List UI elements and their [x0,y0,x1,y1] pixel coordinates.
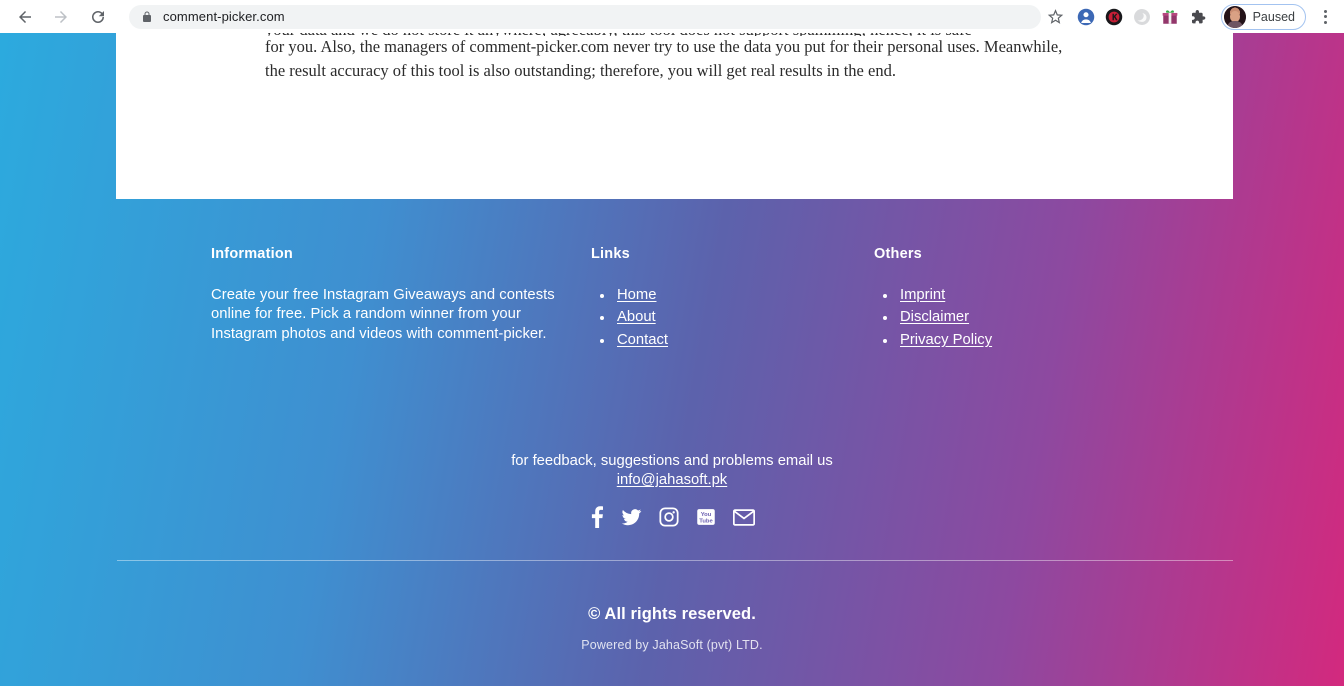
email-link[interactable] [732,508,755,526]
extension-icon-gift[interactable] [1161,8,1179,26]
footer-heading-information: Information [211,246,293,262]
list-item: Contact [591,331,841,350]
svg-text:Tube: Tube [699,519,713,525]
list-item: About [591,308,841,327]
twitter-icon [621,509,641,526]
footer-column-others: Others Imprint Disclaimer Privacy Policy [874,246,1164,353]
reload-button[interactable] [83,2,113,32]
back-arrow-icon [19,10,31,23]
email-icon [732,508,755,526]
footer-columns: Information Create your free Instagram G… [211,246,1231,376]
extension-icon-puzzle-piece[interactable] [1189,8,1207,26]
youtube-link[interactable]: You Tube [696,507,716,527]
forward-button[interactable] [46,2,76,32]
footer-heading-others: Others [874,246,922,262]
instagram-icon [658,507,679,527]
list-item: Disclaimer [874,308,1164,327]
feedback-text: for feedback, suggestions and problems e… [511,453,833,469]
list-item: Home [591,286,841,305]
avatar [1223,5,1246,28]
twitter-link[interactable] [621,505,642,529]
reload-icon [92,10,104,23]
forward-arrow-icon [55,10,67,23]
page-content: your data and we do not store it anywher… [0,33,1344,686]
chrome-menu-icon[interactable] [1312,9,1338,24]
footer-link-contact[interactable]: Contact [617,332,668,348]
footer-others-list: Imprint Disclaimer Privacy Policy [874,286,1164,350]
extensions-area [1077,8,1207,26]
facebook-link[interactable] [590,505,604,529]
feedback-email-link[interactable]: info@jahasoft.pk [617,472,727,488]
footer-link-disclaimer[interactable]: Disclaimer [900,309,969,325]
extension-icon-grey-swirl[interactable] [1133,8,1151,26]
article-card: your data and we do not store it anywher… [116,33,1233,199]
bookmark-star-icon[interactable] [1043,4,1069,30]
copyright-block: © All rights reserved. Powered by JahaSo… [0,605,1344,652]
facebook-icon [591,506,603,528]
profile-status-label: Paused [1252,9,1295,24]
footer-links-list: Home About Contact [591,286,841,350]
powered-by-text: Powered by JahaSoft (pvt) LTD. [581,638,763,652]
list-item: Privacy Policy [874,331,1164,350]
footer-link-privacy-policy[interactable]: Privacy Policy [900,332,992,348]
article-paragraph: for you. Also, the managers of comment-p… [265,37,1063,80]
instagram-link[interactable] [658,507,679,527]
footer-link-home[interactable]: Home [617,287,656,303]
footer-information-text: Create your free Instagram Giveaways and… [211,287,555,342]
list-item: Imprint [874,286,1164,305]
footer-divider [117,560,1233,561]
youtube-icon: You Tube [696,509,715,525]
address-bar[interactable]: comment-picker.com [129,4,1041,29]
footer-link-imprint[interactable]: Imprint [900,287,945,303]
lock-icon [141,10,153,24]
footer-column-links: Links Home About Contact [591,246,841,353]
profile-chip[interactable]: Paused [1220,3,1306,30]
svg-text:You: You [700,512,711,518]
back-button[interactable] [10,2,40,32]
social-icons: You Tube [0,505,1344,529]
browser-toolbar: comment-picker.com Paused [0,0,1344,33]
extension-icon-blue-avatar[interactable] [1077,8,1095,26]
copyright-text: © All rights reserved. [588,605,756,623]
feedback-block: for feedback, suggestions and problems e… [0,451,1344,529]
extension-icon-k-badge[interactable] [1105,8,1123,26]
footer-column-information: Information Create your free Instagram G… [211,246,571,344]
address-bar-url: comment-picker.com [163,9,285,24]
footer-link-about[interactable]: About [617,309,656,325]
footer-heading-links: Links [591,246,630,262]
